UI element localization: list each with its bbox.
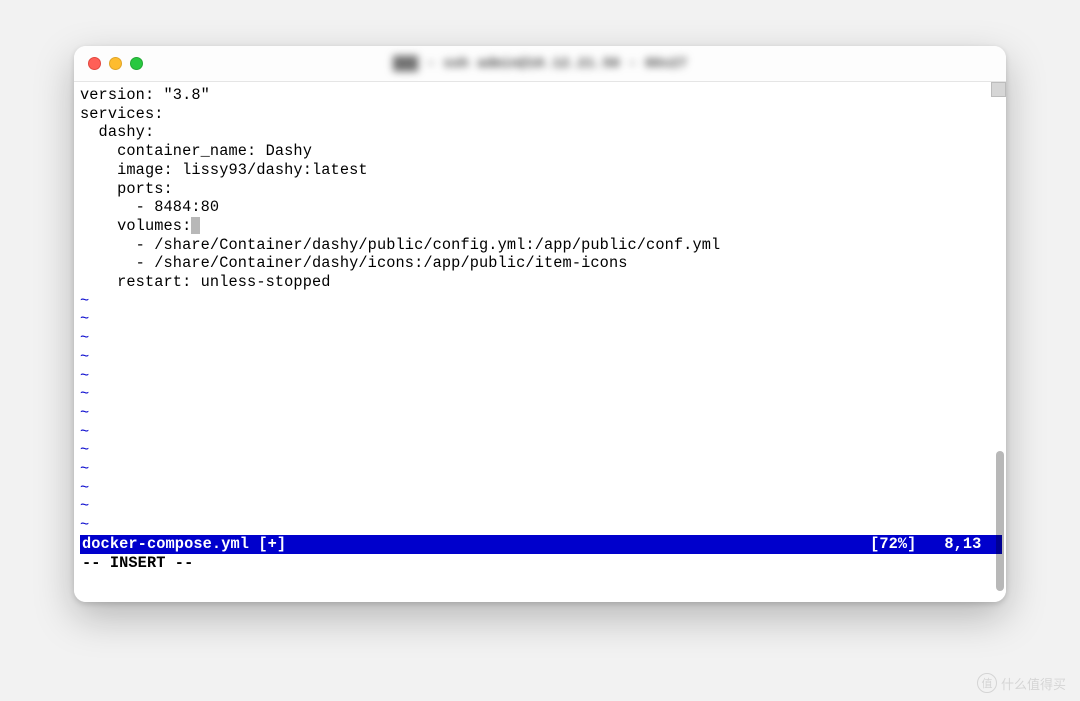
empty-line-marker: ~ (80, 441, 1002, 460)
empty-line-marker: ~ (80, 310, 1002, 329)
code-line: - 8484:80 (80, 198, 1002, 217)
empty-line-marker: ~ (80, 497, 1002, 516)
empty-line-marker: ~ (80, 516, 1002, 535)
maximize-button[interactable] (130, 57, 143, 70)
close-button[interactable] (88, 57, 101, 70)
cursor-icon (191, 217, 200, 234)
traffic-lights (88, 57, 143, 70)
empty-line-marker: ~ (80, 385, 1002, 404)
status-percent: [72%] (870, 535, 916, 554)
empty-line-marker: ~ (80, 460, 1002, 479)
code-line: - /share/Container/dashy/public/config.y… (80, 236, 1002, 255)
minimize-button[interactable] (109, 57, 122, 70)
window-title: ▓▓▓ - ssh admin@10.12.21.50 - 80x27 (393, 56, 687, 72)
watermark-icon: 值 (977, 673, 997, 693)
status-filename: docker-compose.yml [+] (82, 535, 870, 554)
code-line: restart: unless-stopped (80, 273, 1002, 292)
empty-line-marker: ~ (80, 423, 1002, 442)
code-line: container_name: Dashy (80, 142, 1002, 161)
code-line-cursor: volumes: (80, 217, 1002, 236)
empty-line-marker: ~ (80, 404, 1002, 423)
scrollbar-thumb[interactable] (996, 451, 1004, 591)
terminal-window: ▓▓▓ - ssh admin@10.12.21.50 - 80x27 vers… (74, 46, 1006, 602)
vim-mode-line: -- INSERT -- (80, 554, 1002, 575)
code-line: ports: (80, 180, 1002, 199)
code-line: dashy: (80, 123, 1002, 142)
scrollbar-corner-icon (991, 82, 1006, 97)
window-titlebar: ▓▓▓ - ssh admin@10.12.21.50 - 80x27 (74, 46, 1006, 82)
watermark: 值 什么值得买 (977, 673, 1066, 693)
code-line: version: "3.8" (80, 86, 1002, 105)
empty-line-marker: ~ (80, 479, 1002, 498)
empty-line-marker: ~ (80, 367, 1002, 386)
empty-line-marker: ~ (80, 329, 1002, 348)
code-line: image: lissy93/dashy:latest (80, 161, 1002, 180)
vim-status-bar: docker-compose.yml [+] [72%] 8,13 (80, 535, 1002, 554)
code-line: - /share/Container/dashy/icons:/app/publ… (80, 254, 1002, 273)
empty-line-marker: ~ (80, 292, 1002, 311)
watermark-text: 什么值得买 (1001, 674, 1066, 693)
status-position: 8,13 (944, 535, 981, 554)
empty-line-marker: ~ (80, 348, 1002, 367)
code-line: services: (80, 105, 1002, 124)
terminal-content[interactable]: version: "3.8" services: dashy: containe… (74, 82, 1006, 602)
